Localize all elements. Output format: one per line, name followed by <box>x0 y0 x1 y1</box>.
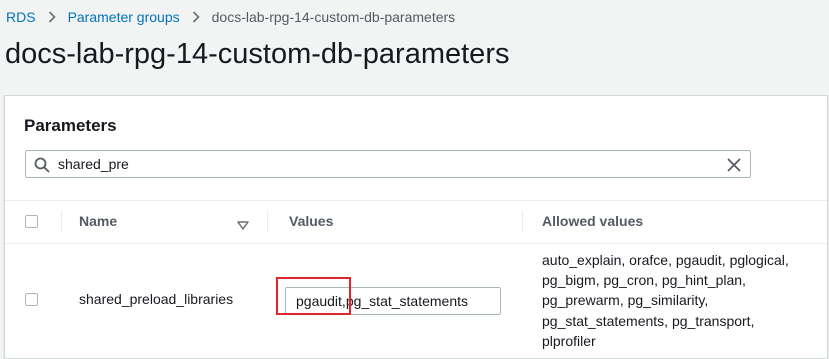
column-header-values[interactable]: Values <box>289 213 333 229</box>
allowed-values-line: auto_explain, orafce, pgaudit, pglogical… <box>542 252 789 268</box>
column-divider <box>267 211 268 233</box>
allowed-values-line: pg_stat_statements, pg_transport, <box>542 312 755 329</box>
column-divider <box>522 211 523 233</box>
breadcrumb: RDS Parameter groups docs-lab-rpg-14-cus… <box>6 9 455 25</box>
column-divider <box>61 211 62 233</box>
parameters-panel: Parameters Name Values Allowed values sh… <box>4 95 828 359</box>
allowed-values-line: pg_bigm, pg_cron, pg_hint_plan, <box>542 272 746 289</box>
breadcrumb-parameter-groups-link[interactable]: Parameter groups <box>68 9 180 25</box>
table-row: shared_preload_libraries auto_explain, o… <box>5 243 827 357</box>
parameter-name: shared_preload_libraries <box>79 291 234 307</box>
breadcrumb-current: docs-lab-rpg-14-custom-db-parameters <box>211 9 456 25</box>
chevron-right-icon <box>192 11 200 23</box>
panel-title: Parameters <box>24 116 117 135</box>
page-title: docs-lab-rpg-14-custom-db-parameters <box>5 38 510 70</box>
breadcrumb-rds-link[interactable]: RDS <box>6 9 36 25</box>
allowed-values-cell: auto_explain, orafce, pgaudit, pglogical… <box>542 250 822 351</box>
parameter-value-input[interactable] <box>285 287 501 315</box>
search-input[interactable] <box>58 154 718 174</box>
close-icon[interactable] <box>726 157 742 173</box>
search-field[interactable] <box>25 150 751 178</box>
select-all-checkbox[interactable] <box>25 215 38 228</box>
row-select-checkbox[interactable] <box>25 293 38 306</box>
column-header-name[interactable]: Name <box>79 213 117 229</box>
sort-caret-down-icon[interactable] <box>237 217 249 230</box>
search-icon <box>34 157 50 173</box>
allowed-values-line: pg_prewarm, pg_similarity, <box>542 292 709 309</box>
allowed-values-line: plprofiler <box>542 332 596 349</box>
chevron-right-icon <box>48 11 56 23</box>
column-header-allowed-values[interactable]: Allowed values <box>542 213 643 229</box>
table-header: Name Values Allowed values <box>5 200 827 244</box>
